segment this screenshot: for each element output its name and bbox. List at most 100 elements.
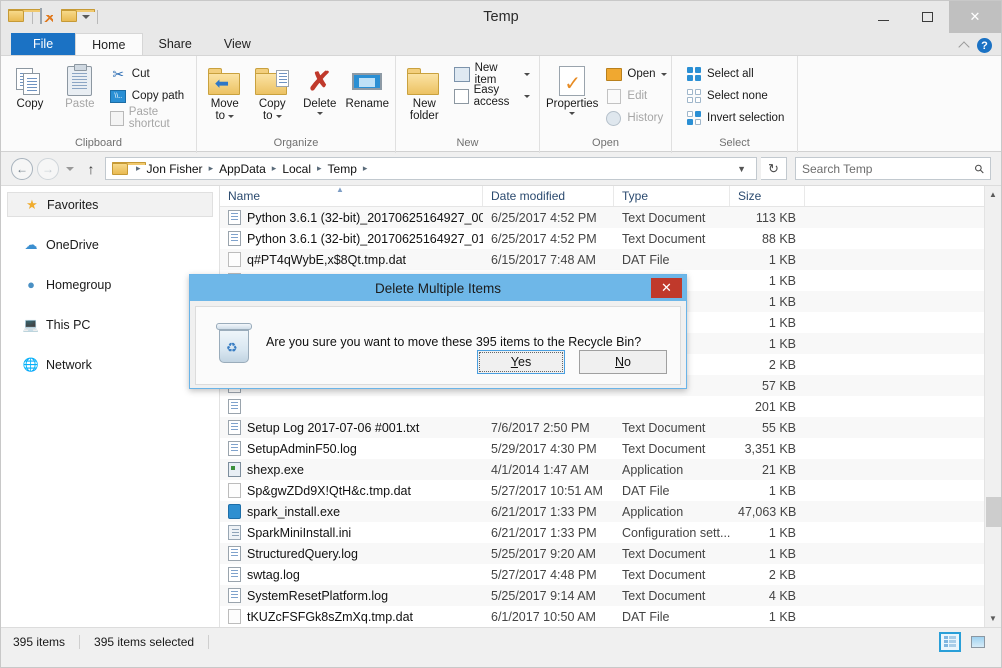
new-folder-icon[interactable]	[61, 9, 78, 25]
cut-button[interactable]: ✂ Cut	[107, 64, 190, 84]
tab-home[interactable]: Home	[75, 33, 142, 55]
scroll-up-button[interactable]: ▲	[985, 186, 1002, 203]
select-all-button[interactable]: Select all	[682, 64, 787, 84]
explorer-window: Temp ✕ File Home Share View ? Copy	[0, 0, 1002, 668]
move-to-button[interactable]: ⬅ Move to	[203, 61, 247, 122]
file-name: SetupAdminF50.log	[247, 442, 357, 456]
column-header-date-modified[interactable]: Date modified	[483, 186, 614, 206]
properties-icon[interactable]	[40, 9, 57, 25]
delete-button[interactable]: ✗ Delete	[298, 61, 342, 115]
dialog-body: ♻ Are you sure you want to move these 39…	[195, 306, 681, 385]
chevron-down-icon[interactable]	[524, 73, 530, 76]
properties-button[interactable]: ✓ Properties	[546, 61, 598, 115]
table-row[interactable]: shexp.exe4/1/2014 1:47 AMApplication21 K…	[220, 459, 984, 480]
sidebar-item-favorites[interactable]: ★ Favorites	[7, 192, 213, 217]
sidebar-item-homegroup[interactable]: ● Homegroup	[7, 272, 213, 297]
file-name: SystemResetPlatform.log	[247, 589, 388, 603]
maximize-button[interactable]	[905, 1, 949, 33]
cell-size: 21 KB	[730, 463, 805, 477]
scroll-down-button[interactable]: ▼	[985, 610, 1002, 627]
sidebar-item-onedrive[interactable]: ☁ OneDrive	[7, 232, 213, 257]
breadcrumb-item-user[interactable]: Jon Fisher	[144, 162, 206, 176]
large-icons-view-button[interactable]	[967, 632, 989, 652]
paste-shortcut-button[interactable]: Paste shortcut	[107, 108, 190, 128]
scrollbar-thumb[interactable]	[986, 497, 1001, 527]
chevron-down-icon[interactable]	[524, 95, 530, 98]
rename-button[interactable]: Rename	[346, 61, 390, 110]
table-row[interactable]: q#PT4qWybE,x$8Qt.tmp.dat6/15/2017 7:48 A…	[220, 249, 984, 270]
refresh-button[interactable]: ↻	[761, 157, 787, 180]
application-icon	[228, 462, 241, 477]
minimize-button[interactable]	[861, 1, 905, 33]
cell-size: 88 KB	[730, 232, 805, 246]
new-folder-button[interactable]: New folder	[402, 61, 447, 122]
chevron-down-icon[interactable]	[569, 112, 575, 115]
tab-file[interactable]: File	[11, 33, 75, 55]
move-to-icon: ⬅	[208, 64, 242, 98]
table-row[interactable]: Python 3.6.1 (32-bit)_20170625164927_01.…	[220, 228, 984, 249]
breadcrumb-item-local[interactable]: Local	[279, 162, 314, 176]
column-headers: ▲ Name Date modified Type Size	[220, 186, 984, 207]
file-name: Setup Log 2017-07-06 #001.txt	[247, 421, 419, 435]
details-view-button[interactable]	[939, 632, 961, 652]
table-row[interactable]: SystemResetPlatform.log 5/25/2017 9:14 AM…	[220, 585, 984, 606]
easy-access-button[interactable]: Easy access	[451, 86, 533, 106]
table-row[interactable]: swtag.log5/27/2017 4:48 PMText Document2…	[220, 564, 984, 585]
invert-selection-button[interactable]: Invert selection	[682, 108, 787, 128]
breadcrumb-item-temp[interactable]: Temp	[325, 162, 360, 176]
table-row[interactable]: Sp&gwZDd9X!QtH&c.tmp.dat5/27/2017 10:51 …	[220, 480, 984, 501]
table-row[interactable]: spark_install.exe6/21/2017 1:33 PMApplic…	[220, 501, 984, 522]
search-input[interactable]: Search Temp ⚲	[795, 157, 991, 180]
chevron-down-icon[interactable]: ▼	[731, 164, 752, 174]
vertical-scrollbar[interactable]: ▲ ▼	[984, 186, 1001, 627]
chevron-up-icon[interactable]	[958, 41, 969, 52]
no-button[interactable]: No	[579, 350, 667, 374]
close-button[interactable]: ✕	[949, 1, 1001, 33]
chevron-down-icon[interactable]	[228, 115, 234, 118]
tab-share[interactable]: Share	[143, 33, 208, 55]
new-group-title: New	[396, 137, 539, 153]
cell-date-modified: 7/6/2017 2:50 PM	[483, 421, 614, 435]
sidebar-item-this-pc[interactable]: 💻 This PC	[7, 312, 213, 337]
cell-date-modified: 5/25/2017 9:14 AM	[483, 589, 614, 603]
forward-button[interactable]: →	[37, 158, 59, 180]
tab-view[interactable]: View	[208, 33, 267, 55]
copy-path-button[interactable]: \\.. Copy path	[107, 86, 190, 106]
column-header-name[interactable]: ▲ Name	[220, 186, 483, 206]
table-row[interactable]: Setup Log 2017-07-06 #001.txt 7/6/2017 2:…	[220, 417, 984, 438]
cell-name: SetupAdminF50.log	[220, 441, 483, 456]
breadcrumb[interactable]: ▸ Jon Fisher ▸ AppData ▸ Local ▸ Temp ▸ …	[105, 157, 757, 180]
breadcrumb-item-appdata[interactable]: AppData	[216, 162, 269, 176]
copy-button[interactable]: Copy	[7, 61, 53, 110]
file-name: Python 3.6.1 (32-bit)_20170625164927_01.…	[247, 232, 483, 246]
new-folder-label-1: New	[413, 98, 436, 110]
select-none-button[interactable]: Select none	[682, 86, 787, 106]
column-header-size[interactable]: Size	[730, 186, 805, 206]
dialog-close-button[interactable]: ✕	[651, 278, 682, 298]
help-icon[interactable]: ?	[977, 38, 992, 53]
customize-dropdown-icon[interactable]	[82, 15, 90, 19]
chevron-down-icon[interactable]	[317, 112, 323, 115]
table-row[interactable]: tKUZcFSFGk8sZmXq.tmp.dat6/1/2017 10:50 A…	[220, 606, 984, 627]
recent-locations-icon[interactable]	[63, 167, 77, 171]
table-row[interactable]: SetupAdminF50.log5/29/2017 4:30 PMText D…	[220, 438, 984, 459]
back-button[interactable]: ←	[11, 158, 33, 180]
dialog-buttons: Yes No	[477, 350, 667, 374]
table-row[interactable]: Python 3.6.1 (32-bit)_20170625164927_00.…	[220, 207, 984, 228]
history-button[interactable]: History	[602, 108, 669, 128]
copy-to-button[interactable]: Copy to	[251, 61, 295, 122]
table-row[interactable]: 201 KB	[220, 396, 984, 417]
new-item-button[interactable]: New item	[451, 64, 533, 84]
edit-button[interactable]: Edit	[602, 86, 669, 106]
folder-icon[interactable]	[8, 9, 25, 25]
table-row[interactable]: SparkMiniInstall.ini6/21/2017 1:33 PMCon…	[220, 522, 984, 543]
chevron-down-icon[interactable]	[276, 115, 282, 118]
paste-button[interactable]: Paste	[57, 61, 103, 110]
sidebar-item-network[interactable]: 🌐 Network	[7, 352, 213, 377]
yes-button[interactable]: Yes	[477, 350, 565, 374]
table-row[interactable]: StructuredQuery.log5/25/2017 9:20 AMText…	[220, 543, 984, 564]
open-button[interactable]: Open	[602, 64, 669, 84]
chevron-down-icon[interactable]	[661, 73, 667, 76]
up-button[interactable]: ↑	[81, 161, 101, 177]
column-header-type[interactable]: Type	[614, 186, 730, 206]
